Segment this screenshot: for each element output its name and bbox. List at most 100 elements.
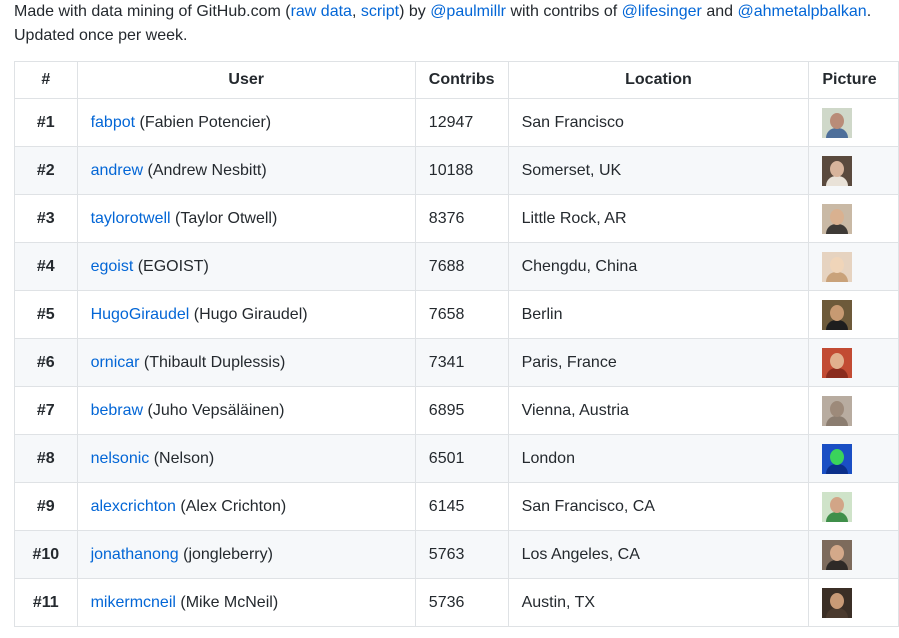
- user-cell: bebraw (Juho Vepsäläinen): [76, 386, 416, 435]
- user-login-link[interactable]: jonathanong: [91, 546, 179, 563]
- avatar-face: [830, 304, 845, 321]
- location-cell: Austin, TX: [507, 578, 810, 627]
- rank-cell: #1: [14, 98, 78, 147]
- avatar[interactable]: [822, 155, 853, 186]
- contributor-link-2[interactable]: @ahmetalpbalkan: [737, 3, 866, 20]
- user-full-name: (Andrew Nesbitt): [143, 161, 267, 179]
- user-full-name: (jongleberry): [178, 545, 273, 563]
- user-cell: egoist (EGOIST): [76, 242, 416, 291]
- user-full-name: (Taylor Otwell): [170, 209, 278, 227]
- avatar[interactable]: [822, 539, 853, 570]
- contribs-cell: 6501: [414, 434, 509, 483]
- picture-cell: [808, 146, 899, 195]
- intro-contribs-of: with contribs of: [506, 3, 622, 20]
- avatar-face: [830, 256, 845, 273]
- user-login-link[interactable]: alexcrichton: [91, 498, 176, 515]
- user-login-link[interactable]: HugoGiraudel: [91, 306, 190, 323]
- avatar[interactable]: [822, 107, 853, 138]
- location-cell: London: [507, 434, 810, 483]
- location-cell: Paris, France: [507, 338, 810, 387]
- author-link[interactable]: @paulmillr: [430, 3, 506, 20]
- user-full-name: (Alex Crichton): [175, 497, 287, 515]
- location-cell: Chengdu, China: [507, 242, 810, 291]
- user-cell: mikermcneil (Mike McNeil): [76, 578, 416, 627]
- avatar[interactable]: [822, 443, 853, 474]
- intro-text: Made with data mining of GitHub.com (raw…: [14, 0, 894, 48]
- avatar[interactable]: [822, 299, 853, 330]
- user-login-link[interactable]: mikermcneil: [91, 594, 176, 611]
- user-login-link[interactable]: andrew: [91, 162, 143, 179]
- raw-data-link[interactable]: raw data: [291, 3, 352, 20]
- avatar[interactable]: [822, 587, 853, 618]
- location-cell: Los Angeles, CA: [507, 530, 810, 579]
- contribs-cell: 8376: [414, 194, 509, 243]
- rank-cell: #5: [14, 290, 78, 339]
- picture-cell: [808, 98, 899, 147]
- rank-cell: #9: [14, 482, 78, 531]
- location-cell: Somerset, UK: [507, 146, 810, 195]
- intro-made-with: Made with data mining of GitHub.com (: [14, 3, 291, 20]
- contribs-cell: 6145: [414, 482, 509, 531]
- user-login-link[interactable]: ornicar: [91, 354, 140, 371]
- contribs-cell: 7658: [414, 290, 509, 339]
- table-row: #7 bebraw (Juho Vepsäläinen) 6895 Vienna, A…: [14, 386, 899, 435]
- header-row: # User Contribs Location Picture: [14, 61, 899, 99]
- table-row: #3 taylorotwell (Taylor Otwell) 8376 Little…: [14, 194, 899, 243]
- intro-comma: ,: [351, 3, 361, 20]
- avatar[interactable]: [822, 203, 853, 234]
- user-cell: HugoGiraudel (Hugo Giraudel): [76, 290, 416, 339]
- avatar[interactable]: [822, 491, 853, 522]
- user-cell: jonathanong (jongleberry): [76, 530, 416, 579]
- picture-cell: [808, 338, 899, 387]
- avatar-face: [830, 448, 845, 465]
- table-row: #9 alexcrichton (Alex Crichton) 6145 San Fr…: [14, 482, 899, 531]
- avatar-face: [830, 400, 845, 417]
- user-cell: alexcrichton (Alex Crichton): [76, 482, 416, 531]
- user-login-link[interactable]: bebraw: [91, 402, 143, 419]
- contributor-link-1[interactable]: @lifesinger: [622, 3, 702, 20]
- user-cell: fabpot (Fabien Potencier): [76, 98, 416, 147]
- user-cell: taylorotwell (Taylor Otwell): [76, 194, 416, 243]
- contribs-cell: 5736: [414, 578, 509, 627]
- user-full-name: (Thibault Duplessis): [139, 353, 286, 371]
- picture-cell: [808, 290, 899, 339]
- user-login-link[interactable]: taylorotwell: [91, 210, 171, 227]
- avatar-face: [830, 208, 845, 225]
- table-header: # User Contribs Location Picture: [14, 61, 899, 99]
- rank-cell: #3: [14, 194, 78, 243]
- rank-cell: #2: [14, 146, 78, 195]
- picture-cell: [808, 386, 899, 435]
- contribs-cell: 12947: [414, 98, 509, 147]
- user-full-name: (Fabien Potencier): [135, 113, 272, 131]
- table-row: #4 egoist (EGOIST) 7688 Chengdu, China: [14, 242, 899, 291]
- avatar[interactable]: [822, 251, 853, 282]
- picture-cell: [808, 194, 899, 243]
- header-rank: #: [14, 61, 78, 99]
- rank-cell: #4: [14, 242, 78, 291]
- user-full-name: (Mike McNeil): [175, 593, 279, 611]
- location-cell: Berlin: [507, 290, 810, 339]
- contribs-cell: 7688: [414, 242, 509, 291]
- rank-cell: #8: [14, 434, 78, 483]
- avatar[interactable]: [822, 395, 853, 426]
- users-table: # User Contribs Location Picture #1 fabpo…: [14, 61, 899, 627]
- script-link[interactable]: script: [361, 3, 399, 20]
- picture-cell: [808, 434, 899, 483]
- table-row: #6 ornicar (Thibault Duplessis) 7341 Paris,…: [14, 338, 899, 387]
- table-row: #10 jonathanong (jongleberry) 5763 Los Ange…: [14, 530, 899, 579]
- table-row: #5 HugoGiraudel (Hugo Giraudel) 7658 Berlin: [14, 290, 899, 339]
- table-row: #1 fabpot (Fabien Potencier) 12947 San Fran…: [14, 98, 899, 147]
- avatar-face: [830, 112, 845, 129]
- intro-period: .: [866, 3, 872, 20]
- updated-note: Updated once per week.: [14, 27, 188, 44]
- user-login-link[interactable]: nelsonic: [91, 450, 150, 467]
- table-row: #11 mikermcneil (Mike McNeil) 5736 Austin, …: [14, 578, 899, 627]
- location-cell: Little Rock, AR: [507, 194, 810, 243]
- user-login-link[interactable]: fabpot: [91, 114, 135, 131]
- picture-cell: [808, 578, 899, 627]
- user-login-link[interactable]: egoist: [91, 258, 134, 275]
- intro-and: and: [701, 3, 738, 20]
- header-picture: Picture: [808, 61, 899, 99]
- avatar[interactable]: [822, 347, 853, 378]
- user-cell: ornicar (Thibault Duplessis): [76, 338, 416, 387]
